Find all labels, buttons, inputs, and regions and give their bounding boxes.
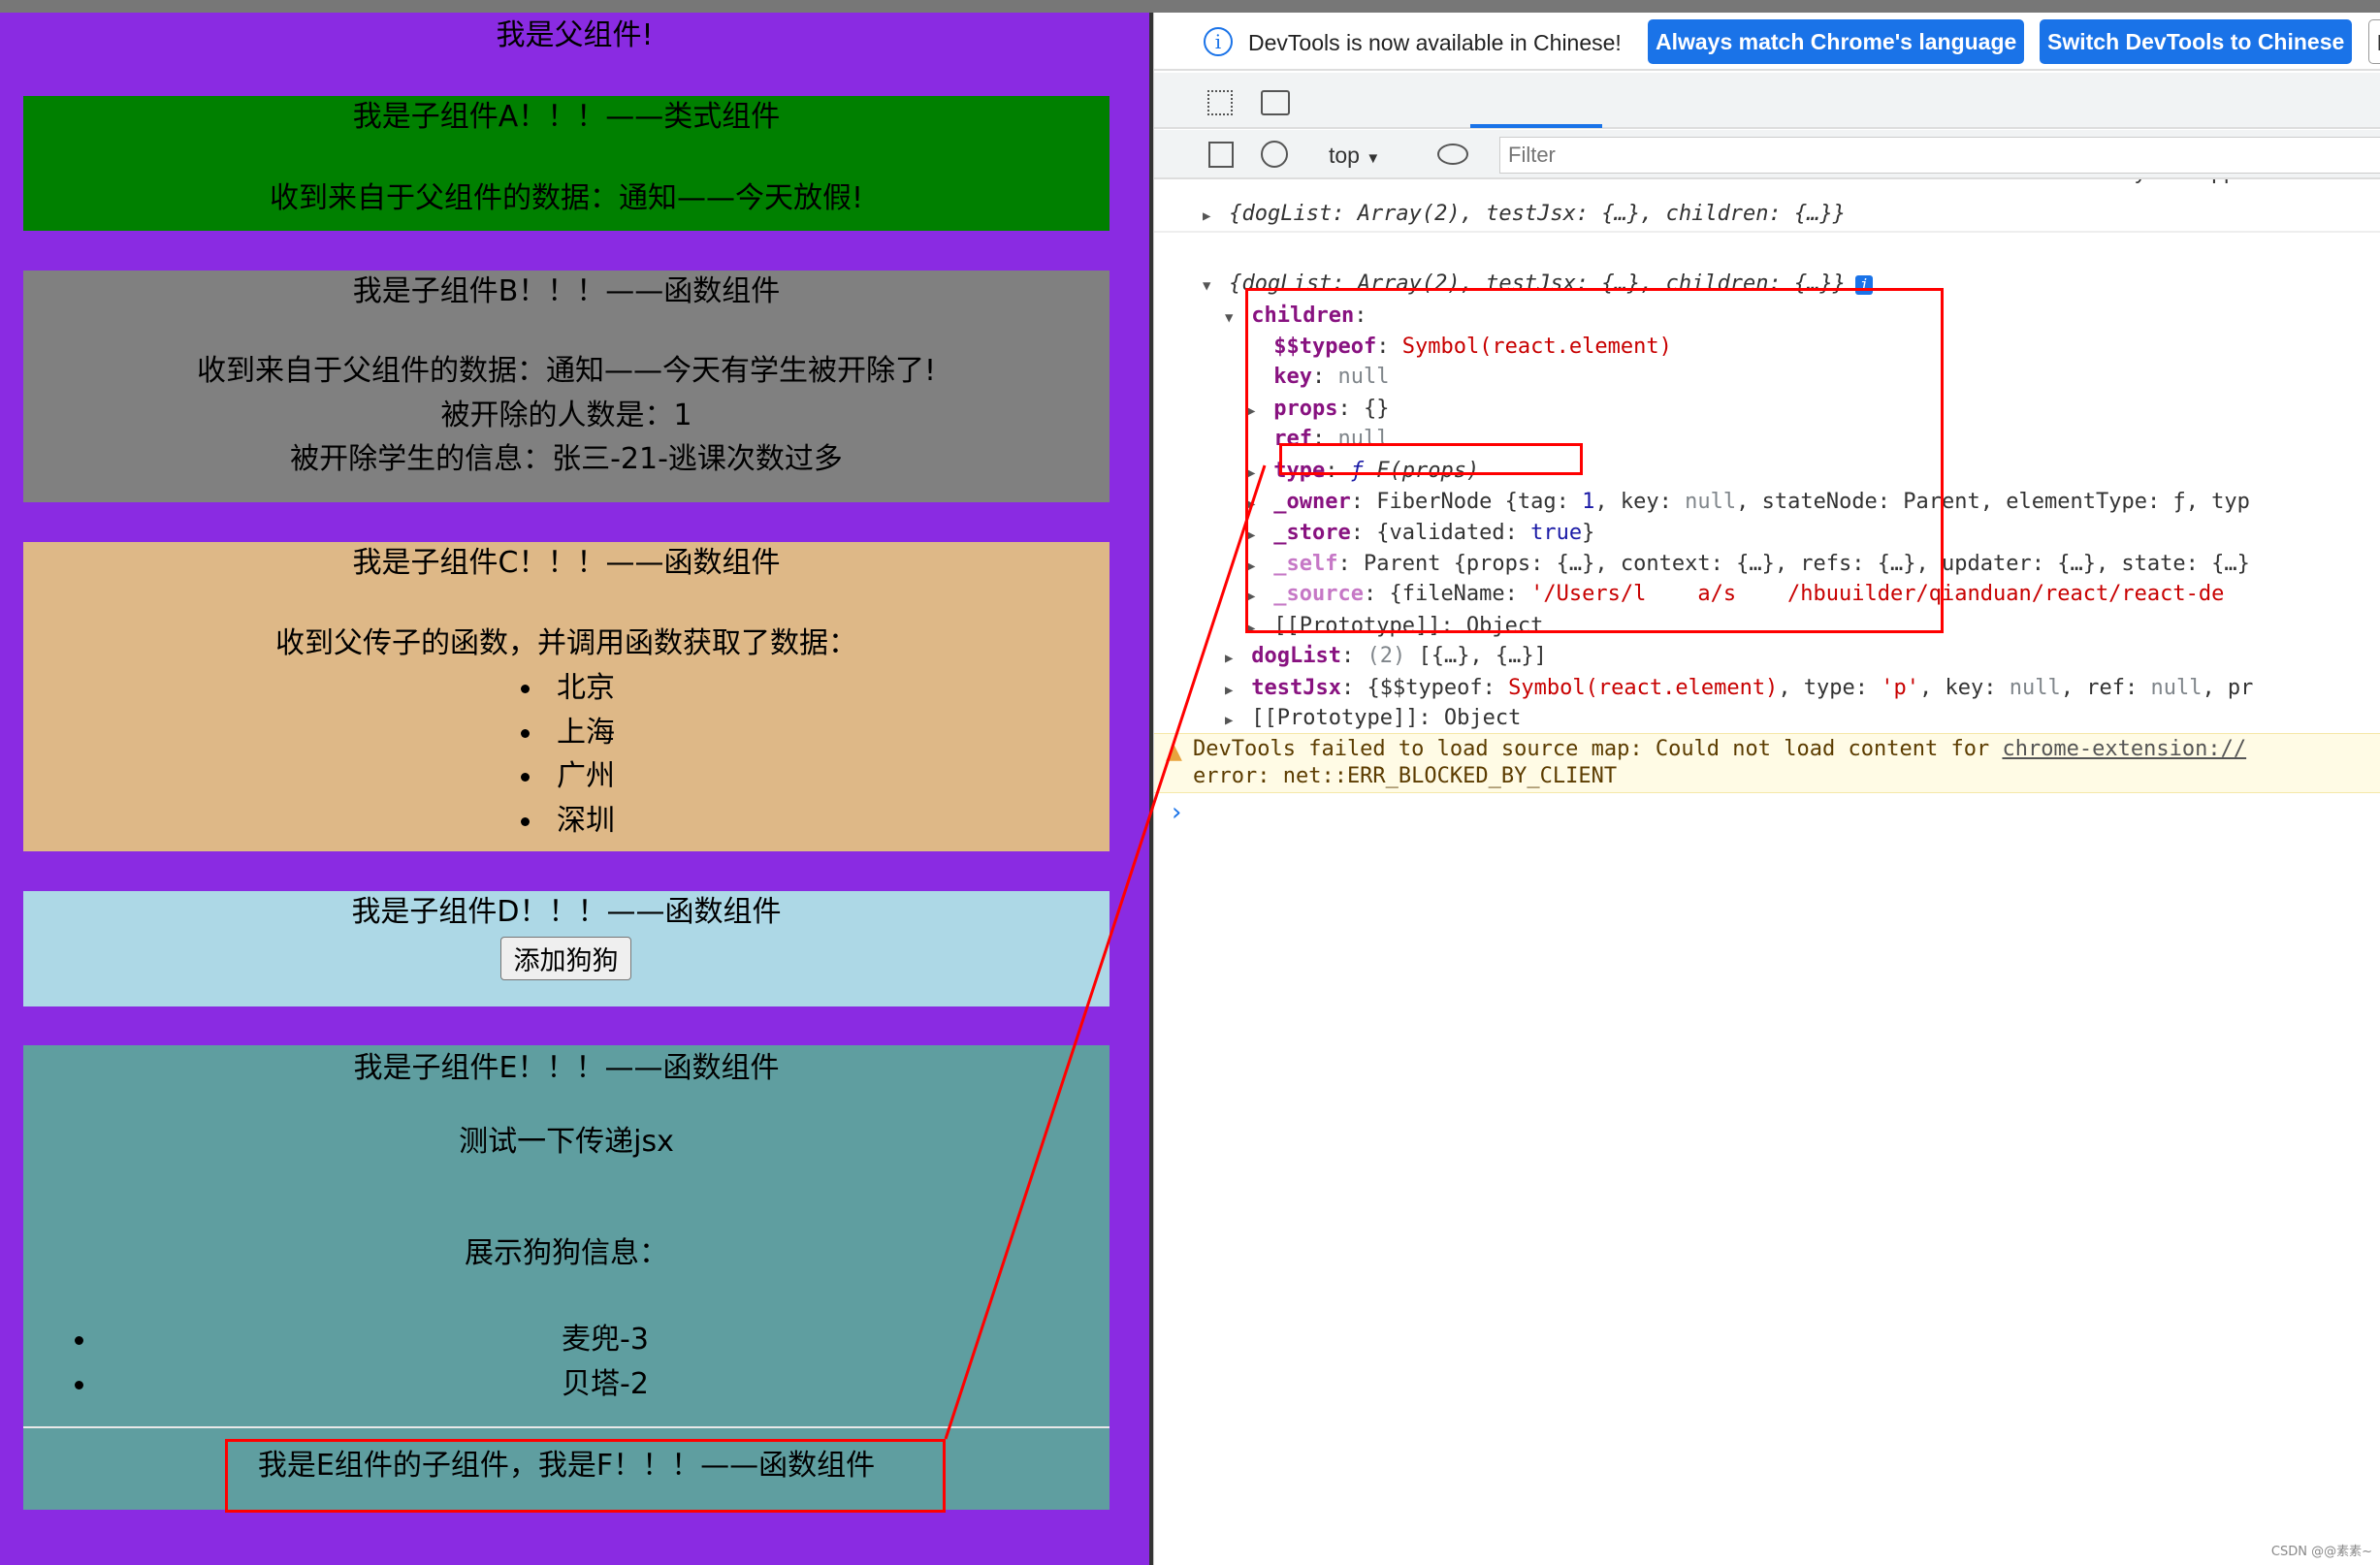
annotation-line	[944, 464, 1267, 1440]
annotation-arrow	[944, 464, 1267, 1440]
